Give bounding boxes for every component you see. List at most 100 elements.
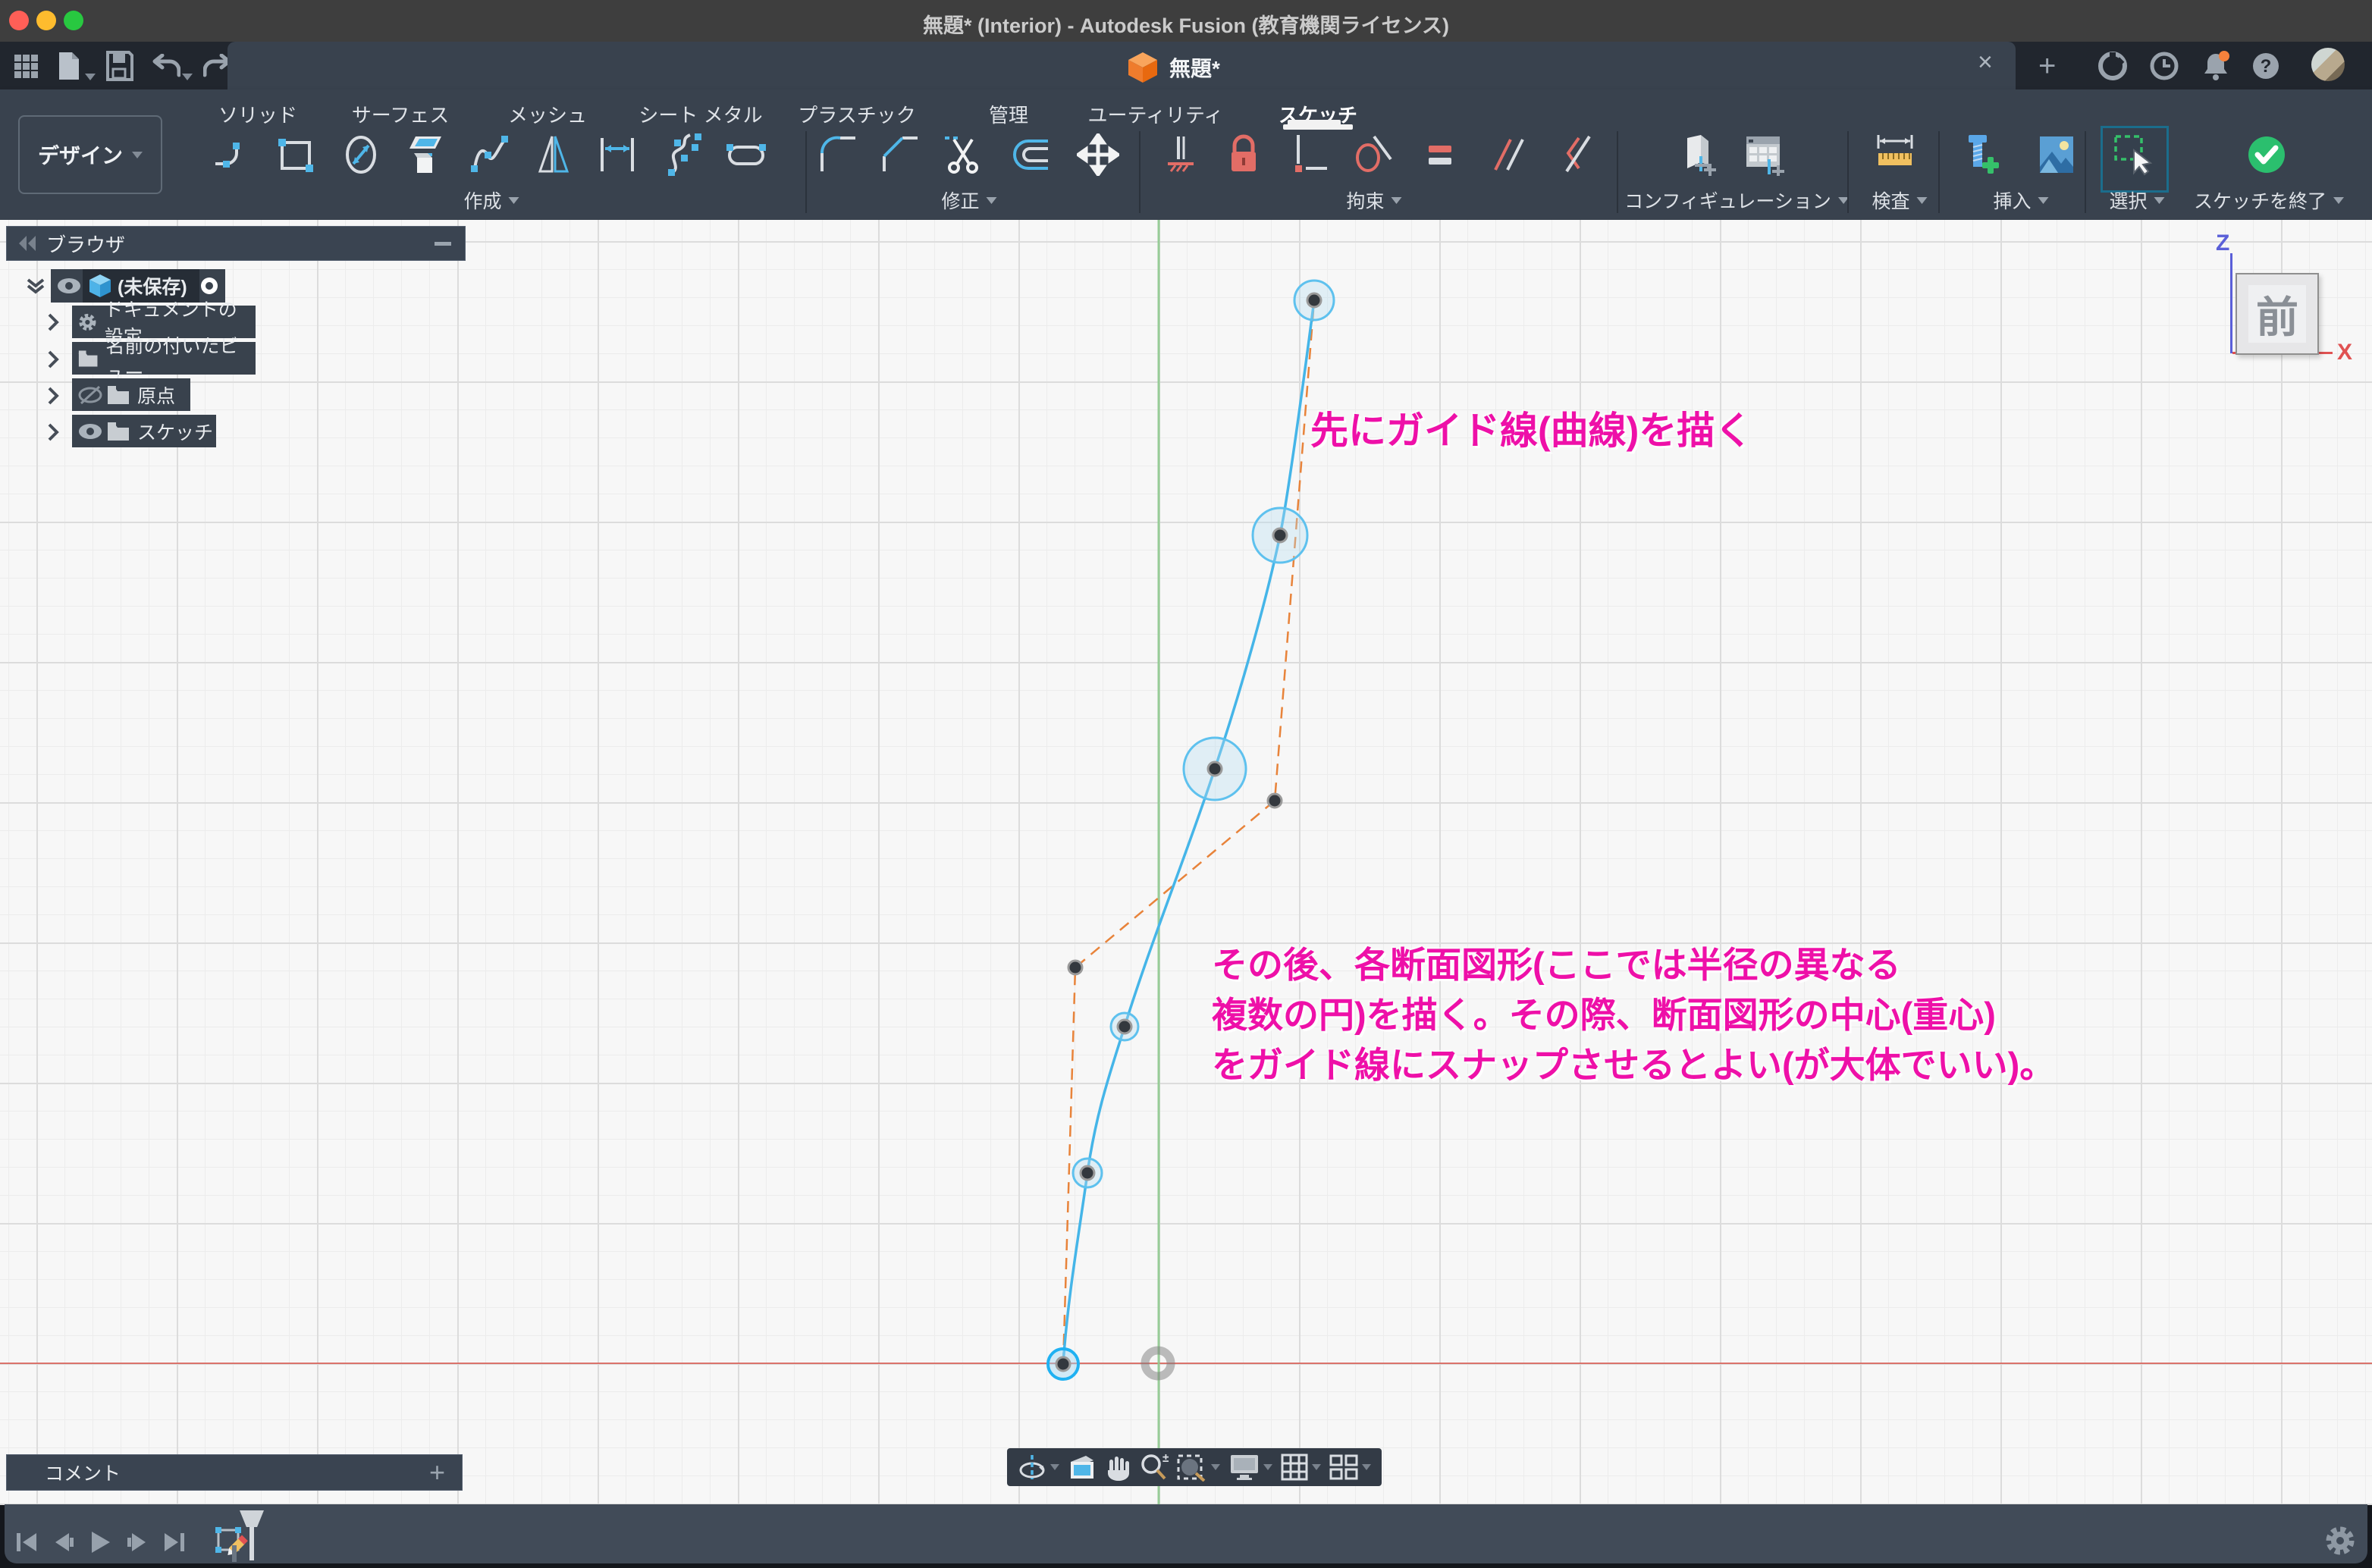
timeline-step-forward-button[interactable] [124, 1530, 150, 1554]
configure-part-icon[interactable] [1675, 133, 1718, 176]
create-spline-icon[interactable] [469, 133, 511, 176]
display-monitor-icon [1229, 1454, 1260, 1481]
collapse-panel-icon[interactable] [19, 236, 37, 251]
orbit-tool[interactable] [1018, 1454, 1059, 1481]
timeline-settings-gear-icon[interactable] [2323, 1524, 2357, 1557]
constraint-horizontal-vertical-icon[interactable] [1288, 133, 1330, 176]
select-tool-icon[interactable] [2111, 133, 2154, 176]
undo-icon[interactable] [150, 54, 180, 82]
create-dimension-icon[interactable] [596, 133, 638, 176]
insert-canvas-image-icon[interactable] [2035, 133, 2078, 176]
new-tab-icon[interactable]: + [2038, 49, 2056, 83]
ribbon-tab-utilities[interactable]: ユーティリティ [1088, 100, 1224, 128]
data-panel-icon[interactable] [14, 54, 39, 83]
ribbon-tab-mesh[interactable]: メッシュ [508, 100, 587, 128]
modify-offset-icon[interactable] [1009, 133, 1051, 176]
viewcube-front-face[interactable]: 前 [2248, 285, 2306, 343]
extensions-icon[interactable] [2097, 51, 2128, 85]
constraint-midpoint-icon[interactable] [1553, 133, 1595, 176]
ribbon-tab-manage[interactable]: 管理 [989, 100, 1028, 128]
configuration-table-icon[interactable] [1742, 133, 1784, 176]
browser-item-label: 原点 [137, 381, 175, 409]
display-caret[interactable] [1263, 1464, 1272, 1470]
constraint-tangent-icon[interactable] [1351, 133, 1394, 176]
expand-chevron-icon[interactable] [47, 386, 59, 406]
timeline-step-back-button[interactable] [51, 1530, 77, 1554]
notifications-bell-icon[interactable] [2199, 49, 2232, 86]
undo-caret[interactable] [182, 71, 193, 84]
insert-fastener-icon[interactable] [1959, 133, 2002, 176]
file-menu-caret[interactable] [85, 71, 96, 84]
file-menu-icon[interactable] [58, 51, 80, 85]
expand-chevron-icon[interactable] [47, 312, 59, 332]
save-icon[interactable] [106, 51, 133, 85]
browser-item-origin[interactable]: 原点 [72, 378, 190, 411]
create-fit-point-spline-icon[interactable] [664, 133, 707, 176]
create-line-arc-icon[interactable] [214, 133, 256, 176]
constraint-fix-icon[interactable] [1160, 133, 1203, 176]
add-comment-icon[interactable]: + [429, 1457, 445, 1488]
display-settings[interactable] [1229, 1454, 1272, 1481]
active-document-radio-icon[interactable] [199, 276, 219, 296]
expand-chevron-icon[interactable] [47, 350, 59, 369]
create-project-icon[interactable] [405, 133, 447, 176]
sketch-canvas[interactable]: 先にガイド線(曲線)を描く その後、各断面図形(ここでは半径の異なる 複数の円)… [0, 220, 2372, 1505]
inspect-measure-icon[interactable] [1874, 133, 1916, 176]
fit-tool[interactable] [1177, 1453, 1220, 1482]
modify-trim-icon[interactable] [942, 133, 984, 176]
minimize-panel-icon[interactable] [435, 242, 451, 246]
workspace-selector-button[interactable]: デザイン [18, 115, 162, 194]
viewcube[interactable]: 前 [2236, 273, 2319, 355]
browser-root-expand-icon[interactable] [26, 278, 45, 294]
fit-caret[interactable] [1211, 1464, 1220, 1470]
browser-item-named-views[interactable]: 名前の付いたビュー [72, 342, 256, 375]
viewports[interactable] [1329, 1454, 1371, 1480]
grid-caret[interactable] [1312, 1464, 1321, 1470]
look-at-tool[interactable] [1068, 1454, 1097, 1480]
ribbon-tab-plastic[interactable]: プラスチック [798, 100, 915, 128]
expand-chevron-icon[interactable] [47, 422, 59, 442]
ribbon-separator [1617, 131, 1618, 213]
close-tab-icon[interactable]: × [1978, 48, 1993, 77]
orbit-caret[interactable] [1050, 1464, 1059, 1470]
constraint-equal-icon[interactable] [1420, 133, 1462, 176]
viewports-caret[interactable] [1362, 1464, 1371, 1470]
visibility-eye-icon[interactable] [57, 278, 81, 294]
job-status-clock-icon[interactable] [2149, 51, 2179, 85]
configuration-group-label[interactable]: コンフィギュレーション [1624, 187, 1849, 214]
pan-tool[interactable] [1105, 1454, 1131, 1481]
help-icon[interactable]: ? [2251, 51, 2281, 85]
constraint-parallel-icon[interactable] [1488, 133, 1530, 176]
modify-move-icon[interactable] [1077, 133, 1119, 176]
create-group-label[interactable]: 作成 [463, 187, 519, 214]
comments-panel-header[interactable]: コメント + [6, 1454, 463, 1491]
modify-group-label[interactable]: 修正 [941, 187, 996, 214]
timeline-go-to-end-button[interactable] [162, 1530, 187, 1554]
select-group-label[interactable]: 選択 [2109, 187, 2164, 214]
create-slot-icon[interactable] [725, 133, 767, 176]
document-tab[interactable]: 無題* × [227, 42, 2016, 89]
visibility-eye-icon[interactable] [78, 423, 102, 440]
inspect-group-label[interactable]: 検査 [1872, 187, 1927, 214]
ribbon-tab-solid[interactable]: ソリッド [218, 100, 297, 128]
visibility-off-eye-icon[interactable] [78, 385, 102, 405]
ribbon-tab-sheetmetal[interactable]: シート メタル [638, 100, 762, 128]
user-avatar[interactable] [2311, 48, 2345, 81]
finish-sketch-group-label[interactable]: スケッチを終了 [2194, 187, 2344, 214]
finish-sketch-icon[interactable] [2245, 133, 2288, 176]
zoom-tool[interactable]: ± [1140, 1453, 1169, 1482]
create-mirror-icon[interactable] [534, 133, 576, 176]
grid-settings[interactable] [1281, 1454, 1321, 1481]
modify-fillet-icon[interactable] [817, 133, 860, 176]
browser-item-sketches[interactable]: スケッチ [72, 415, 216, 447]
constraint-lock-icon[interactable] [1222, 133, 1265, 176]
constrain-group-label[interactable]: 拘束 [1346, 187, 1401, 214]
browser-panel-header[interactable]: ブラウザ [6, 226, 466, 261]
create-circle-icon[interactable] [340, 133, 382, 176]
timeline-go-to-start-button[interactable] [14, 1530, 39, 1554]
insert-group-label[interactable]: 挿入 [1993, 187, 2048, 214]
timeline-play-button[interactable] [87, 1530, 113, 1554]
modify-chamfer-icon[interactable] [880, 133, 922, 176]
ribbon-tab-surface[interactable]: サーフェス [352, 100, 449, 128]
create-rectangle-icon[interactable] [275, 133, 317, 176]
